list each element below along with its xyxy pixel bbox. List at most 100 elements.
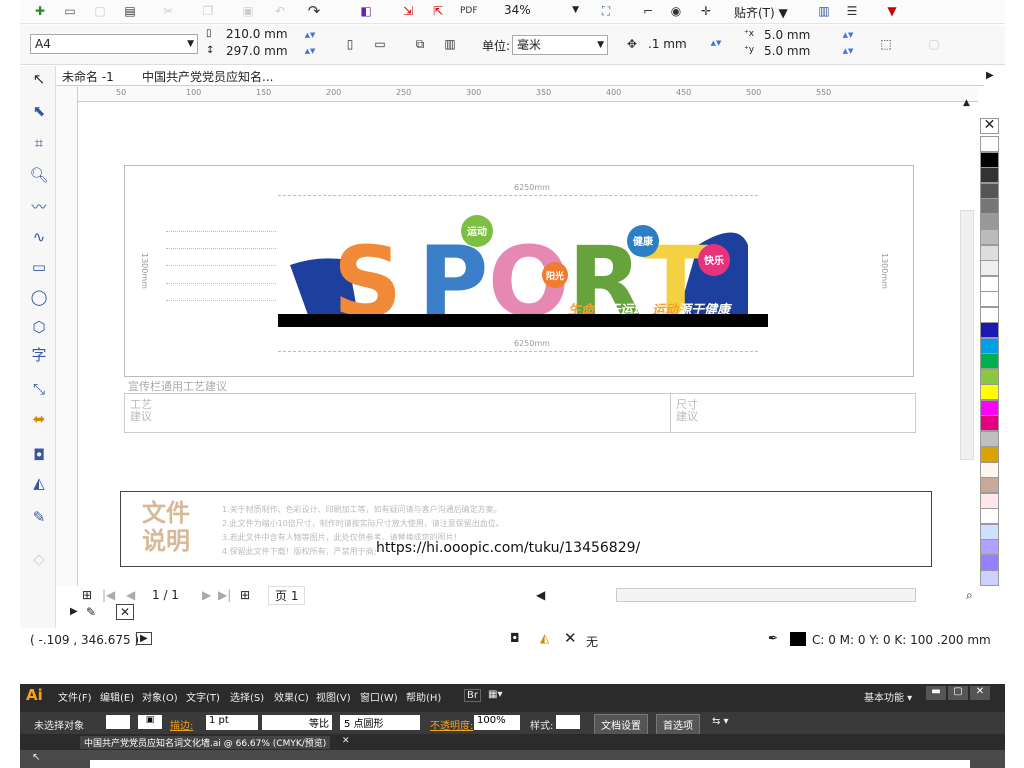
menu-effect[interactable]: 效果(C)	[274, 689, 309, 704]
copy-icon[interactable]: ❐	[200, 3, 216, 19]
unit-select[interactable]: 毫米 ▼	[512, 35, 608, 55]
play-icon[interactable]: ▶	[70, 606, 78, 617]
color-swatch[interactable]	[980, 291, 999, 307]
ellipse-tool-icon[interactable]: ◯	[28, 286, 50, 308]
color-swatch[interactable]	[980, 198, 999, 214]
color-swatch[interactable]	[980, 353, 999, 369]
lock-icon[interactable]: ▢	[926, 36, 942, 52]
stroke-weight-field[interactable]: 1 pt	[206, 715, 258, 730]
all-pages-icon[interactable]: ⧉	[412, 36, 428, 52]
color-swatch[interactable]	[980, 322, 999, 338]
horizontal-ruler[interactable]: 50 100 150 200 250 300 350 400 450 500 550	[78, 86, 978, 102]
launch-icon[interactable]: ▼	[884, 3, 900, 19]
eyedropper-icon[interactable]: ✎	[86, 605, 96, 619]
color-swatch[interactable]	[980, 182, 999, 199]
color-swatch[interactable]	[980, 167, 999, 183]
duplicate-x-field[interactable]: 5.0 mm	[764, 28, 810, 42]
color-swatch[interactable]	[980, 337, 999, 354]
color-swatch[interactable]	[980, 260, 999, 276]
opacity-field[interactable]: 100%	[474, 715, 520, 730]
menu-help[interactable]: 帮助(H)	[406, 689, 441, 704]
close-icon[interactable]: ✕	[970, 686, 990, 700]
width-spinner[interactable]: ▲▼	[304, 31, 316, 39]
color-swatch[interactable]	[980, 368, 999, 385]
dup-x-spinner[interactable]: ▲▼	[842, 31, 854, 39]
color-swatch[interactable]	[980, 415, 999, 431]
export-pdf-icon[interactable]: ⇱	[430, 3, 446, 19]
dup-y-spinner[interactable]: ▲▼	[842, 47, 854, 55]
brush-select[interactable]: 5 点圆形	[340, 715, 420, 730]
menu-window[interactable]: 窗口(W)	[360, 689, 398, 704]
document-info-icon[interactable]: ◘	[510, 631, 520, 645]
landscape-icon[interactable]: ▭	[372, 36, 388, 52]
undo-icon[interactable]: ↶	[272, 3, 288, 19]
color-swatch[interactable]	[980, 229, 999, 245]
open-folder-icon[interactable]: ▭	[62, 3, 78, 19]
duplicate-y-field[interactable]: 5.0 mm	[764, 44, 810, 58]
play-icon[interactable]: ▶	[136, 632, 152, 645]
ai-doc-tab[interactable]: 中国共产党党员应知名词文化墙.ai @ 66.67% (CMYK/预览)	[80, 736, 331, 749]
zoom-level-select[interactable]: 34% ▼	[500, 1, 582, 21]
import-icon[interactable]: ◧	[358, 3, 374, 19]
arrange-documents-icon[interactable]: ▦▾	[488, 689, 502, 700]
pdf-icon[interactable]: PDF	[460, 3, 478, 19]
stroke-swatch[interactable]: ▣	[138, 715, 162, 729]
opacity-label[interactable]: 不透明度:	[430, 717, 473, 732]
menu-file[interactable]: 文件(F)	[58, 689, 92, 704]
nudge-distance-field[interactable]: .1 mm	[648, 37, 687, 51]
grid-icon[interactable]: ✛	[698, 3, 714, 19]
no-color-swatch[interactable]: ✕	[980, 118, 999, 134]
nudge-spinner[interactable]: ▲▼	[710, 39, 722, 47]
treat-as-filled-icon[interactable]: ⬚	[878, 36, 894, 52]
cut-icon[interactable]: ✂	[160, 3, 176, 19]
zoom-corner-icon[interactable]: ⌕	[966, 588, 973, 603]
align-icon[interactable]: ☰	[844, 3, 860, 19]
selection-tool-icon[interactable]: ↖	[32, 752, 40, 763]
last-page-icon[interactable]: ▶|	[218, 588, 231, 602]
scroll-left-icon[interactable]: ◀	[536, 588, 545, 602]
fullscreen-icon[interactable]: ⛶	[598, 3, 614, 19]
bridge-icon[interactable]: Br	[464, 689, 481, 702]
menu-object[interactable]: 对象(O)	[142, 689, 178, 704]
stroke-label[interactable]: 描边:	[170, 717, 193, 732]
menu-type[interactable]: 文字(T)	[186, 689, 220, 704]
next-page-icon[interactable]: ▶	[202, 588, 211, 602]
shape-tool-icon[interactable]: ⬉	[28, 100, 50, 122]
color-swatch[interactable]	[980, 306, 999, 323]
page-size-select[interactable]: A4 ▼	[30, 34, 198, 54]
fill-tool-icon[interactable]: ◇	[28, 548, 50, 570]
color-swatch[interactable]	[980, 570, 999, 586]
color-swatch[interactable]	[980, 384, 999, 400]
snap-to-menu[interactable]: 贴齐(T) ▼	[734, 4, 788, 21]
menu-edit[interactable]: 编辑(E)	[100, 689, 134, 704]
color-swatch[interactable]	[980, 151, 999, 168]
first-page-icon[interactable]: |◀	[102, 588, 115, 602]
color-swatch[interactable]	[980, 539, 999, 555]
color-swatch[interactable]	[980, 244, 999, 261]
artistic-media-icon[interactable]: ∿	[28, 226, 50, 248]
add-page-icon[interactable]: ⊞	[82, 588, 92, 602]
tab-document-1[interactable]: 未命名 -1	[62, 68, 114, 85]
ai-artboard[interactable]	[90, 760, 970, 768]
color-swatch[interactable]	[980, 508, 999, 524]
page-width-field[interactable]: 210.0 mm	[226, 27, 288, 41]
maximize-icon[interactable]: ▢	[948, 686, 968, 700]
color-palette[interactable]: ✕	[980, 118, 1000, 586]
drawing-canvas[interactable]: 6250mm 6250mm 1300mm 1300mm S P O R T 运动…	[78, 103, 976, 586]
variable-width-select[interactable]: 等比	[262, 715, 332, 730]
color-swatch[interactable]	[980, 446, 999, 462]
stroke-color-swatch[interactable]	[790, 632, 806, 646]
workspace-switcher[interactable]: 基本功能 ▾	[864, 689, 912, 704]
freehand-tool-icon[interactable]: 〰	[28, 196, 50, 218]
zoom-tool-icon[interactable]: 🔍︎	[28, 164, 50, 186]
tab-page-1[interactable]: 页 1	[268, 586, 306, 605]
horizontal-scrollbar[interactable]	[616, 588, 916, 602]
no-fill-swatch-icon[interactable]: ✕	[116, 604, 134, 620]
new-document-icon[interactable]: ✚	[32, 3, 48, 19]
save-icon[interactable]: ▢	[92, 3, 108, 19]
color-swatch[interactable]	[980, 399, 999, 416]
color-swatch[interactable]	[980, 523, 999, 540]
current-page-icon[interactable]: ▥	[442, 36, 458, 52]
paste-icon[interactable]: ▣	[240, 3, 256, 19]
add-page-after-icon[interactable]: ⊞	[240, 588, 250, 602]
